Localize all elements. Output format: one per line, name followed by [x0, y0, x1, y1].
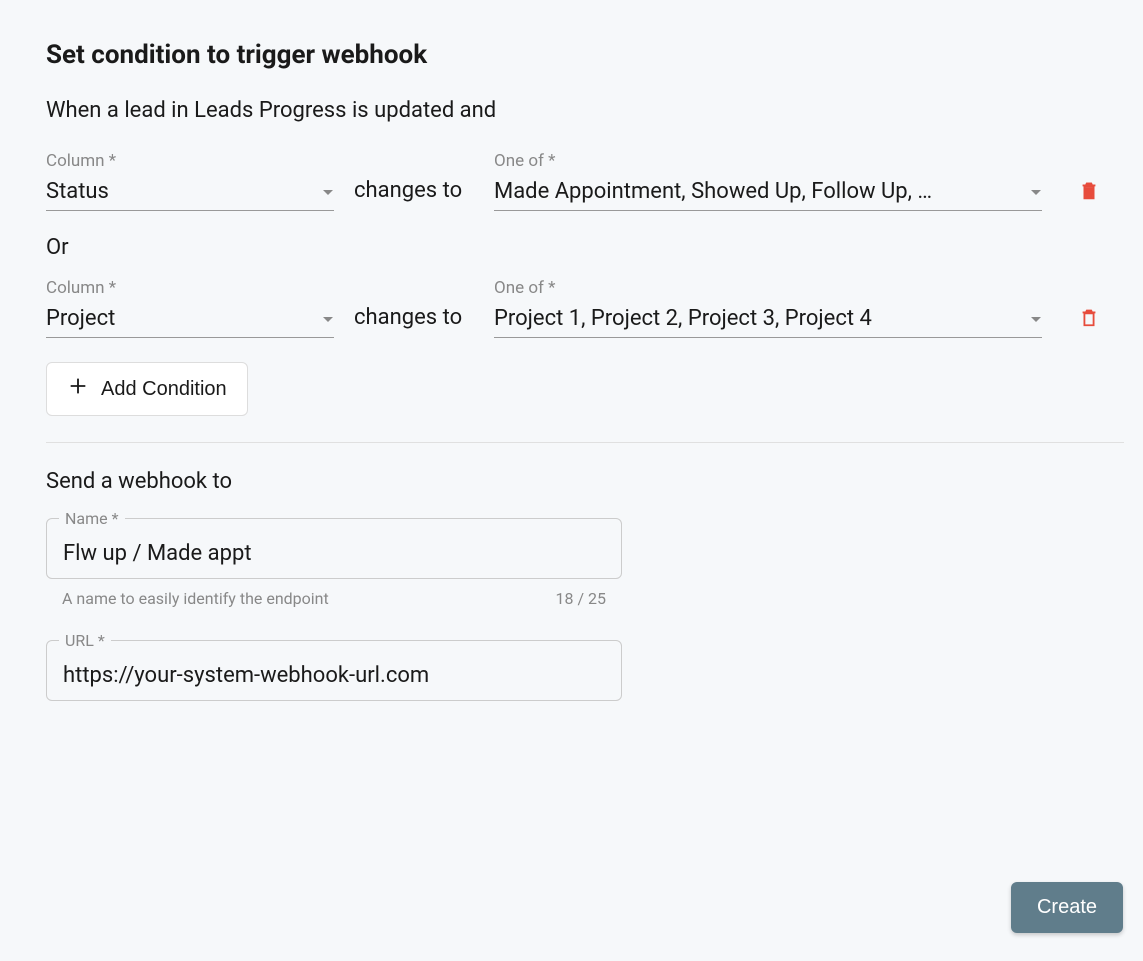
column-select-value: Status: [46, 179, 109, 204]
send-webhook-text: Send a webhook to: [46, 469, 1123, 494]
column-label: Column *: [46, 151, 334, 171]
changes-to-text: changes to: [354, 305, 474, 338]
column-select[interactable]: Project: [46, 306, 334, 338]
oneof-select-value: Project 1, Project 2, Project 3, Project…: [494, 306, 872, 331]
chevron-down-icon: [1030, 182, 1042, 201]
column-select[interactable]: Status: [46, 179, 334, 211]
name-label: Name *: [59, 509, 125, 528]
chevron-down-icon: [322, 182, 334, 201]
oneof-select[interactable]: Made Appointment, Showed Up, Follow Up, …: [494, 179, 1042, 211]
oneof-select[interactable]: Project 1, Project 2, Project 3, Project…: [494, 306, 1042, 338]
condition-row: Column * Project changes to One of * Pro…: [46, 278, 1123, 338]
changes-to-text: changes to: [354, 178, 474, 211]
name-input[interactable]: [63, 541, 605, 566]
name-char-count: 18 / 25: [555, 589, 606, 608]
column-field-group: Column * Status: [46, 151, 334, 211]
add-condition-button[interactable]: Add Condition: [46, 362, 248, 416]
page-title: Set condition to trigger webhook: [46, 40, 1123, 70]
name-field-wrapper: Name *: [46, 518, 622, 579]
url-input[interactable]: [63, 663, 605, 688]
chevron-down-icon: [1030, 309, 1042, 328]
url-label: URL *: [59, 631, 111, 650]
trash-icon: [1078, 190, 1100, 205]
url-field-wrapper: URL *: [46, 640, 622, 701]
column-select-value: Project: [46, 306, 115, 331]
trash-icon: [1078, 317, 1100, 332]
oneof-label: One of *: [494, 278, 1042, 298]
intro-text: When a lead in Leads Progress is updated…: [46, 98, 1123, 123]
delete-condition-button[interactable]: [1078, 178, 1100, 211]
name-helper-row: A name to easily identify the endpoint 1…: [46, 589, 622, 608]
oneof-select-value: Made Appointment, Showed Up, Follow Up, …: [494, 179, 932, 204]
add-condition-label: Add Condition: [101, 378, 227, 401]
create-button[interactable]: Create: [1011, 882, 1123, 933]
condition-row: Column * Status changes to One of * Made…: [46, 151, 1123, 211]
or-text: Or: [46, 235, 1123, 260]
divider: [46, 442, 1124, 443]
name-helper-text: A name to easily identify the endpoint: [62, 589, 329, 608]
column-field-group: Column * Project: [46, 278, 334, 338]
oneof-label: One of *: [494, 151, 1042, 171]
oneof-field-group: One of * Project 1, Project 2, Project 3…: [494, 278, 1042, 338]
plus-icon: [67, 375, 89, 403]
oneof-field-group: One of * Made Appointment, Showed Up, Fo…: [494, 151, 1042, 211]
delete-condition-button[interactable]: [1078, 305, 1100, 338]
column-label: Column *: [46, 278, 334, 298]
chevron-down-icon: [322, 309, 334, 328]
